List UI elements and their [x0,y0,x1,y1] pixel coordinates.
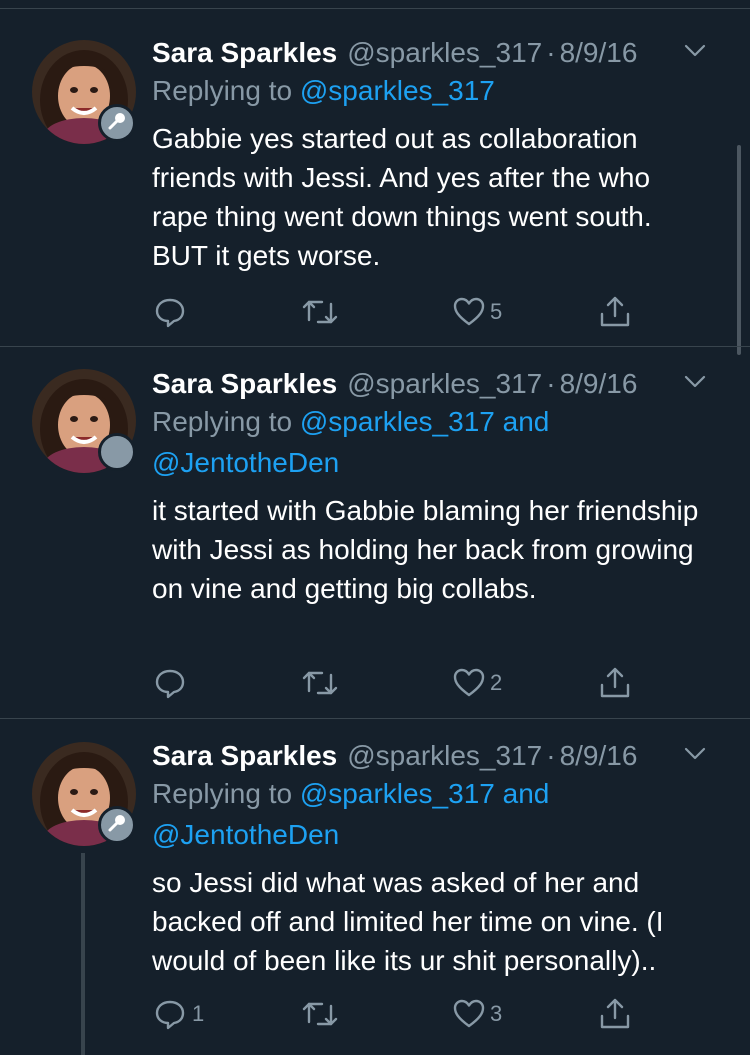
replying-prefix: Replying to [152,406,293,437]
tweet-actions: 5 [152,294,642,330]
user-handle[interactable]: @sparkles_317 [347,739,542,773]
retweet-icon [300,996,340,1032]
reply-icon [152,996,188,1032]
mic-badge [98,806,136,844]
retweet-icon [300,294,340,330]
thread-line [81,853,85,1055]
reply-count: 1 [192,1001,205,1026]
like-button[interactable]: 3 [452,996,502,1032]
tweet[interactable]: Sara Sparkles @sparkles_317 · 8/9/16 Rep… [0,12,750,347]
share-button[interactable] [598,294,632,330]
tweet[interactable]: Sara Sparkles @sparkles_317 · 8/9/16 Rep… [0,719,750,1055]
mention-link[interactable]: @JentotheDen [152,819,339,850]
like-count: 3 [490,1001,503,1026]
share-icon [598,294,632,330]
tweet-text: Gabbie yes started out as collaboration … [152,123,652,271]
separator-dot: · [546,740,556,771]
chevron-down-icon[interactable] [680,739,710,769]
mention-link[interactable]: @JentotheDen [152,447,339,478]
replying-prefix: Replying to [152,778,293,809]
like-button[interactable]: 5 [452,294,502,330]
reply-icon [152,294,188,330]
separator-dot: · [546,37,556,68]
replying-to: Replying to @sparkles_317 and [152,774,710,814]
like-count: 5 [490,299,503,324]
replying-prefix: Replying to [152,75,293,106]
display-name[interactable]: Sara Sparkles [152,367,337,401]
mic-icon [107,111,127,136]
retweet-icon [300,665,340,701]
reply-button[interactable] [152,294,192,330]
like-count: 2 [490,670,503,695]
like-button[interactable]: 2 [452,665,502,701]
like-icon [452,997,486,1031]
tweet-header: Sara Sparkles @sparkles_317 · 8/9/16 [152,36,710,70]
share-icon [598,996,632,1032]
tweet-header: Sara Sparkles @sparkles_317 · 8/9/16 [152,739,710,773]
retweet-button[interactable] [300,294,344,330]
replying-to: Replying to @sparkles_317 and [152,402,710,442]
tweet[interactable]: Sara Sparkles @sparkles_317 · 8/9/16 Rep… [0,347,750,719]
tweet-text: so Jessi did what was asked of her and b… [152,867,664,976]
tweet-header: Sara Sparkles @sparkles_317 · 8/9/16 [152,367,710,401]
tweet-date[interactable]: 8/9/16 [560,367,638,401]
mention-link[interactable]: @sparkles_317 and [300,778,549,809]
reply-button[interactable]: 1 [152,996,204,1032]
replying-to-continued: @JentotheDen [152,443,710,483]
replying-to: Replying to @sparkles_317 [152,71,710,111]
status-badge [98,433,136,471]
display-name[interactable]: Sara Sparkles [152,36,337,70]
like-icon [452,666,486,700]
mic-icon [107,813,127,838]
display-name[interactable]: Sara Sparkles [152,739,337,773]
user-handle[interactable]: @sparkles_317 [347,367,542,401]
tweet-date[interactable]: 8/9/16 [560,739,638,773]
like-icon [452,295,486,329]
share-icon [598,665,632,701]
tweet-text: it started with Gabbie blaming her frien… [152,495,699,604]
top-divider [0,8,750,9]
tweet-actions: 1 3 [152,996,642,1032]
reply-button[interactable] [152,665,192,701]
mention-link[interactable]: @sparkles_317 [300,75,495,106]
retweet-button[interactable] [300,665,344,701]
chevron-down-icon[interactable] [680,36,710,66]
tweet-date[interactable]: 8/9/16 [560,36,638,70]
reply-icon [152,665,188,701]
user-handle[interactable]: @sparkles_317 [347,36,542,70]
replying-to-continued: @JentotheDen [152,815,710,855]
tweet-actions: 2 [152,665,642,701]
separator-dot: · [546,368,556,399]
share-button[interactable] [598,665,632,701]
mention-link[interactable]: @sparkles_317 and [300,406,549,437]
retweet-button[interactable] [300,996,344,1032]
chevron-down-icon[interactable] [680,367,710,397]
share-button[interactable] [598,996,632,1032]
mic-badge [98,104,136,142]
